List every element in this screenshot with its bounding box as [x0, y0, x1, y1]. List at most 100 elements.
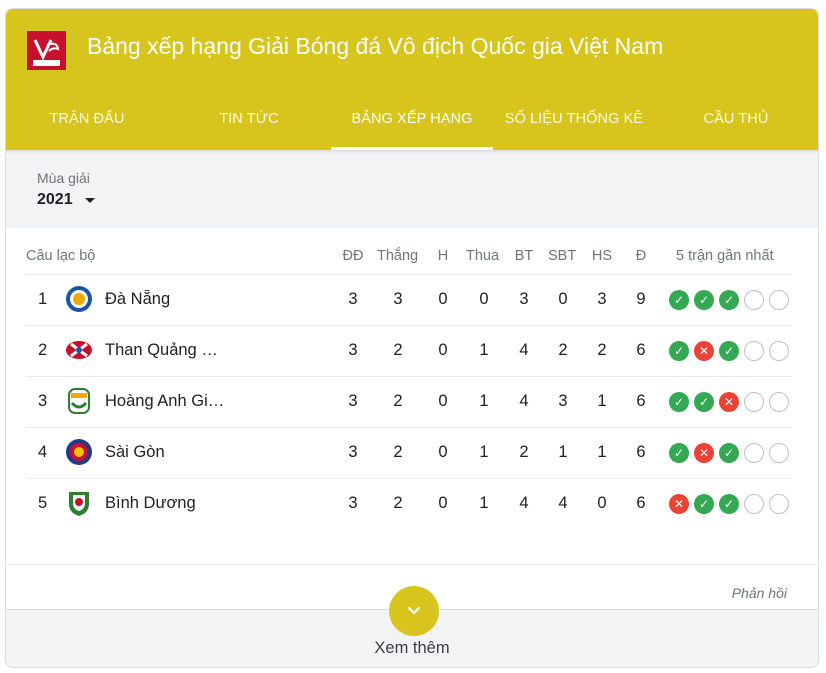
gf-cell: 4: [519, 494, 529, 512]
empty-circle-icon[interactable]: [744, 341, 764, 361]
col-lost: Thua: [466, 248, 500, 264]
standings-table: Câu lạc bộ ĐĐ Thắng H Thua BT SBT HS Đ 5…: [26, 228, 792, 529]
col-played: ĐĐ: [342, 248, 364, 264]
empty-circle-icon[interactable]: [769, 290, 789, 310]
lost-cell: 1: [479, 443, 489, 461]
ga-cell: 4: [558, 494, 568, 512]
loss-x-icon[interactable]: ✕: [669, 494, 689, 514]
empty-circle-icon[interactable]: [769, 341, 789, 361]
divider: [6, 564, 818, 565]
feedback-link[interactable]: Phản hồi: [732, 585, 787, 601]
won-cell: 2: [393, 494, 403, 512]
win-check-icon[interactable]: ✓: [669, 290, 689, 310]
win-check-icon[interactable]: ✓: [669, 392, 689, 412]
table-body: 1 Đà Nẵng 3 3 0 0 3 0 3 9 ✓ ✓ ✓ 2 Than Quảng … 3 2 0 1 4 2 2 6…: [26, 274, 792, 529]
standings-card: Bảng xếp hạng Giải Bóng đá Vô địch Quốc …: [5, 8, 819, 668]
drawn-cell: 0: [438, 443, 448, 461]
rank-cell: 4: [38, 443, 48, 461]
tab-4[interactable]: Cầu thủ: [655, 94, 817, 150]
points-cell: 6: [636, 392, 646, 410]
gf-cell: 3: [519, 290, 529, 308]
recent-form: ✓ ✕ ✓: [669, 341, 789, 361]
table-row[interactable]: 1 Đà Nẵng 3 3 0 0 3 0 3 9 ✓ ✓ ✓: [26, 274, 792, 325]
played-cell: 3: [348, 494, 358, 512]
team-name[interactable]: Sài Gòn: [105, 443, 233, 462]
col-form: 5 trận gần nhất: [676, 248, 774, 264]
played-cell: 3: [348, 290, 358, 308]
show-more-button[interactable]: [389, 586, 439, 636]
played-cell: 3: [348, 392, 358, 410]
recent-form: ✕ ✓ ✓: [669, 494, 789, 514]
win-check-icon[interactable]: ✓: [719, 290, 739, 310]
gd-cell: 1: [597, 443, 607, 461]
caret-down-icon: [84, 197, 95, 203]
loss-x-icon[interactable]: ✕: [694, 443, 714, 463]
col-ga: SBT: [548, 248, 577, 264]
season-dropdown[interactable]: 2021: [37, 191, 95, 209]
loss-x-icon[interactable]: ✕: [694, 341, 714, 361]
gd-cell: 2: [597, 341, 607, 359]
empty-circle-icon[interactable]: [744, 494, 764, 514]
gd-cell: 1: [597, 392, 607, 410]
win-check-icon[interactable]: ✓: [719, 341, 739, 361]
tab-bar: Trận đấu Tin tức Bảng xếp hạng Số liệu thốn…: [6, 94, 818, 150]
season-bar: Mùa giải 2021: [6, 150, 818, 228]
lost-cell: 1: [479, 494, 489, 512]
empty-circle-icon[interactable]: [744, 392, 764, 412]
drawn-cell: 0: [438, 290, 448, 308]
ga-cell: 0: [558, 290, 568, 308]
tab-3[interactable]: Số liệu thống kê: [493, 94, 655, 150]
loss-x-icon[interactable]: ✕: [719, 392, 739, 412]
gd-cell: 3: [597, 290, 607, 308]
win-check-icon[interactable]: ✓: [719, 443, 739, 463]
empty-circle-icon[interactable]: [769, 443, 789, 463]
drawn-cell: 0: [438, 392, 448, 410]
empty-circle-icon[interactable]: [769, 494, 789, 514]
drawn-cell: 0: [438, 341, 448, 359]
win-check-icon[interactable]: ✓: [669, 443, 689, 463]
team-name[interactable]: Đà Nẵng: [105, 290, 233, 309]
col-gf: BT: [514, 248, 534, 264]
win-check-icon[interactable]: ✓: [694, 392, 714, 412]
col-club: Câu lạc bộ: [26, 248, 96, 264]
show-more-label[interactable]: Xem thêm: [6, 639, 818, 658]
empty-circle-icon[interactable]: [769, 392, 789, 412]
lost-cell: 1: [479, 341, 489, 359]
won-cell: 3: [393, 290, 403, 308]
win-check-icon[interactable]: ✓: [719, 494, 739, 514]
lost-cell: 1: [479, 392, 489, 410]
win-check-icon[interactable]: ✓: [694, 494, 714, 514]
recent-form: ✓ ✕ ✓: [669, 443, 789, 463]
rank-cell: 3: [38, 392, 48, 410]
tab-0[interactable]: Trận đấu: [6, 94, 168, 150]
season-label: Mùa giải: [37, 170, 90, 186]
team-name[interactable]: Hoàng Anh Gi…: [105, 392, 233, 411]
win-check-icon[interactable]: ✓: [669, 341, 689, 361]
tab-1[interactable]: Tin tức: [168, 94, 330, 150]
table-row[interactable]: 2 Than Quảng … 3 2 0 1 4 2 2 6 ✓ ✕ ✓: [26, 325, 792, 376]
sai-gon-crest: [65, 438, 93, 466]
table-row[interactable]: 4 Sài Gòn 3 2 0 1 2 1 1 6 ✓ ✕ ✓: [26, 427, 792, 478]
win-check-icon[interactable]: ✓: [694, 290, 714, 310]
lost-cell: 0: [479, 290, 489, 308]
recent-form: ✓ ✓ ✓: [669, 290, 789, 310]
empty-circle-icon[interactable]: [744, 443, 764, 463]
gd-cell: 0: [597, 494, 607, 512]
rank-cell: 2: [38, 341, 48, 359]
won-cell: 2: [393, 392, 403, 410]
than-quang-ninh-crest: [65, 336, 93, 364]
points-cell: 6: [636, 494, 646, 512]
team-name[interactable]: Bình Dương: [105, 494, 233, 513]
points-cell: 9: [636, 290, 646, 308]
col-drawn: H: [437, 248, 449, 264]
empty-circle-icon[interactable]: [744, 290, 764, 310]
team-name[interactable]: Than Quảng …: [105, 341, 233, 360]
table-row[interactable]: 3 Hoàng Anh Gi… 3 2 0 1 4 3 1 6 ✓ ✓ ✕: [26, 376, 792, 427]
tab-2[interactable]: Bảng xếp hạng: [331, 94, 493, 150]
col-won: Thắng: [377, 248, 419, 264]
table-row[interactable]: 5 Bình Dương 3 2 0 1 4 4 0 6 ✕ ✓ ✓: [26, 478, 792, 529]
table-header: Câu lạc bộ ĐĐ Thắng H Thua BT SBT HS Đ 5…: [26, 228, 792, 274]
col-points: Đ: [635, 248, 647, 264]
points-cell: 6: [636, 443, 646, 461]
rank-cell: 1: [38, 290, 48, 308]
